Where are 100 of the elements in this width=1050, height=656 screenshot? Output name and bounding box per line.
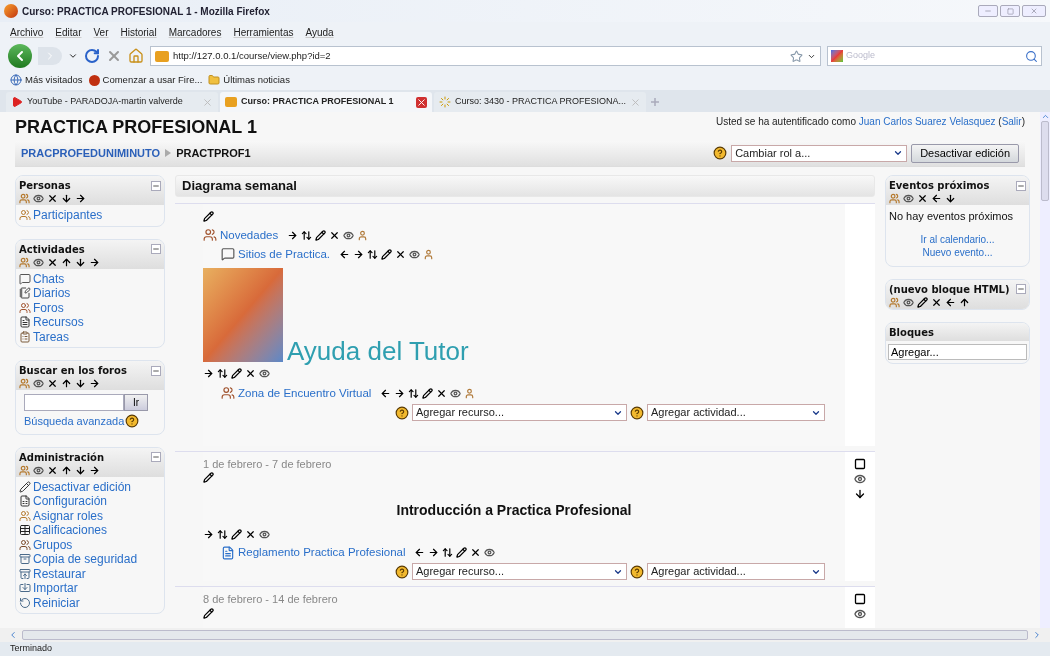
eye-icon[interactable]	[33, 464, 44, 476]
menu-item[interactable]: Ver	[93, 24, 109, 40]
menu-item[interactable]: Ayuda	[305, 24, 334, 40]
bookmark[interactable]: Últimas noticias	[208, 72, 290, 88]
eye-icon[interactable]	[450, 387, 462, 399]
block-link[interactable]: Asignar roles	[33, 508, 104, 523]
close-tab-icon[interactable]	[416, 96, 427, 108]
eye-icon[interactable]	[33, 256, 44, 268]
scroll-thumb[interactable]	[22, 630, 1028, 640]
breadcrumb-link[interactable]: PRACPROFEDUNIMINUTO	[21, 145, 161, 162]
block-link[interactable]: Foros	[33, 300, 64, 315]
arrow-left-icon[interactable]	[380, 387, 392, 399]
arrow-right-icon[interactable]	[89, 378, 100, 390]
block-link[interactable]: Chats	[33, 271, 65, 286]
activity-link[interactable]: Novedades	[220, 226, 279, 244]
eye-icon[interactable]	[33, 378, 44, 390]
activity-link[interactable]: Zona de Encuentro Virtual	[238, 384, 372, 402]
arrow-left-icon[interactable]	[931, 193, 942, 205]
up-down-arrow-icon[interactable]	[217, 528, 228, 540]
bookmark[interactable]: Comenzar a usar Fire...	[88, 72, 203, 88]
search-input[interactable]: Google	[846, 49, 1022, 63]
help-icon[interactable]	[125, 414, 140, 429]
eye-icon[interactable]	[854, 607, 866, 620]
pencil-icon[interactable]	[917, 296, 928, 308]
block-link[interactable]: Grupos	[33, 537, 73, 552]
pencil-icon[interactable]	[203, 472, 214, 484]
star-icon[interactable]	[790, 49, 803, 63]
up-down-arrow-icon[interactable]	[217, 368, 228, 380]
help-icon[interactable]	[630, 564, 644, 579]
square-icon[interactable]	[854, 457, 866, 470]
delete-icon[interactable]	[470, 547, 482, 559]
add-activity-select[interactable]: Agregar actividad...	[647, 404, 825, 422]
menu-item[interactable]: Herramientas	[233, 24, 294, 40]
up-down-arrow-icon[interactable]	[301, 229, 313, 241]
arrow-right-icon[interactable]	[428, 547, 440, 559]
add-resource-select[interactable]: Agregar recurso...	[412, 404, 627, 422]
events-link[interactable]: Ir al calendario...	[920, 232, 995, 246]
block-link[interactable]: Calificaciones	[33, 523, 108, 538]
pencil-icon[interactable]	[203, 608, 214, 620]
browser-tab[interactable]: YouTube - PARADOJA-martin valverde	[6, 92, 218, 112]
people-icon[interactable]	[19, 256, 30, 268]
up-down-arrow-icon[interactable]	[442, 547, 454, 559]
scroll-thumb[interactable]	[1041, 121, 1049, 201]
browser-tab[interactable]: Curso: PRACTICA PROFESIONAL 1	[220, 92, 432, 112]
eye-icon[interactable]	[259, 368, 270, 380]
arrow-right-icon[interactable]	[89, 464, 100, 476]
eye-icon[interactable]	[854, 472, 866, 485]
person-icon[interactable]	[357, 229, 369, 241]
eye-icon[interactable]	[343, 229, 355, 241]
pencil-icon[interactable]	[231, 368, 242, 380]
help-icon[interactable]	[395, 405, 409, 420]
arrow-up-icon[interactable]	[959, 296, 970, 308]
block-link[interactable]: Configuración	[33, 494, 108, 509]
arrow-down-icon[interactable]	[854, 487, 866, 500]
add-activity-select[interactable]: Agregar actividad...	[647, 563, 825, 581]
search-bar[interactable]: Google	[827, 46, 1042, 66]
menu-item[interactable]: Historial	[120, 24, 157, 40]
arrow-right-icon[interactable]	[203, 368, 214, 380]
add-resource-select[interactable]: Agregar recurso...	[412, 563, 627, 581]
delete-icon[interactable]	[329, 229, 341, 241]
horizontal-scrollbar[interactable]	[0, 628, 1050, 642]
delete-icon[interactable]	[931, 296, 942, 308]
arrow-right-icon[interactable]	[287, 229, 299, 241]
advanced-search-link[interactable]: Búsqueda avanzada	[24, 413, 125, 430]
arrow-down-icon[interactable]	[61, 193, 72, 205]
reload-icon[interactable]	[84, 48, 100, 64]
people-icon[interactable]	[19, 378, 30, 390]
activity-link[interactable]: Sitios de Practica.	[238, 245, 331, 263]
people-icon[interactable]	[889, 193, 900, 205]
arrow-right-icon[interactable]	[75, 193, 86, 205]
block-link[interactable]: Reiniciar	[33, 595, 80, 610]
back-button[interactable]	[8, 44, 32, 68]
arrow-down-icon[interactable]	[75, 464, 86, 476]
block-link[interactable]: Restaurar	[33, 566, 86, 581]
delete-icon[interactable]	[245, 368, 256, 380]
delete-icon[interactable]	[245, 528, 256, 540]
arrow-up-icon[interactable]	[61, 256, 72, 268]
arrow-down-icon[interactable]	[75, 378, 86, 390]
people-icon[interactable]	[889, 296, 900, 308]
bookmark[interactable]: Más visitados	[10, 72, 83, 88]
activity-link[interactable]: Reglamento Practica Profesional	[238, 544, 406, 562]
person-icon[interactable]	[423, 248, 435, 260]
eye-icon[interactable]	[903, 296, 914, 308]
user-link[interactable]: Juan Carlos Suarez Velasquez	[858, 115, 996, 127]
disable-editing-button[interactable]: Desactivar edición	[911, 143, 1019, 163]
people-icon[interactable]	[19, 193, 30, 205]
eye-icon[interactable]	[33, 193, 44, 205]
square-icon[interactable]	[854, 592, 866, 605]
arrow-left-icon[interactable]	[414, 547, 426, 559]
pencil-icon[interactable]	[315, 229, 327, 241]
role-select[interactable]: Cambiar rol a...	[731, 144, 908, 162]
eye-icon[interactable]	[484, 547, 496, 559]
add-block-select[interactable]: Agregar...	[888, 343, 1027, 360]
up-down-arrow-icon[interactable]	[367, 248, 379, 260]
browser-tab[interactable]: Curso: 3430 - PRACTICA PROFESIONA...	[434, 92, 646, 112]
arrow-right-icon[interactable]	[203, 528, 214, 540]
people-icon[interactable]	[19, 464, 30, 476]
delete-icon[interactable]	[47, 464, 58, 476]
pencil-icon[interactable]	[456, 547, 468, 559]
arrow-down-icon[interactable]	[75, 256, 86, 268]
